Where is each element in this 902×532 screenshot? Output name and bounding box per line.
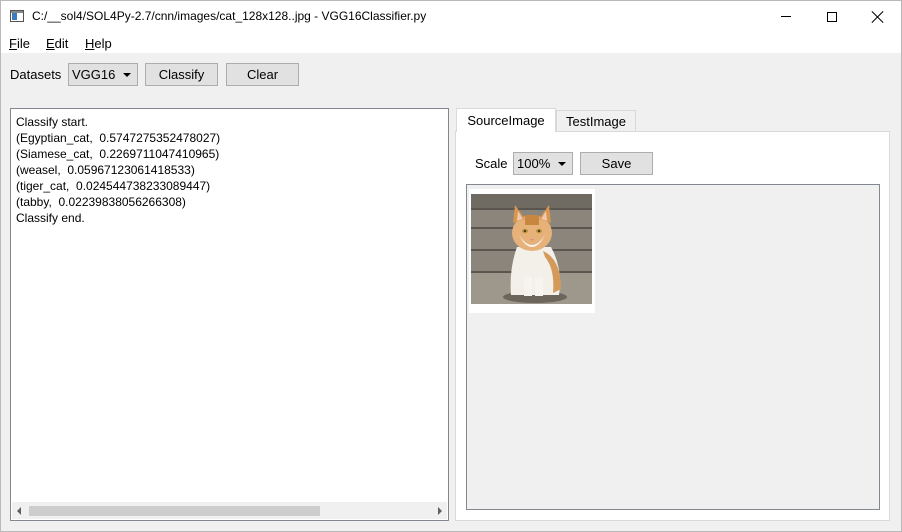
menu-help-label: elp	[94, 36, 112, 51]
output-textarea[interactable]: Classify start. (Egyptian_cat, 0.5747275…	[10, 108, 449, 521]
output-line: Classify start.	[16, 115, 89, 129]
menu-file-label: ile	[16, 36, 30, 51]
minimize-button[interactable]	[763, 1, 809, 32]
title-bar: C:/__sol4/SOL4Py-2.7/cnn/images/cat_128x…	[1, 1, 901, 32]
output-line: Classify end.	[16, 211, 85, 225]
close-icon	[872, 11, 884, 23]
menu-file[interactable]: File	[9, 36, 30, 51]
menu-help[interactable]: Help	[85, 36, 112, 51]
tab-source-image[interactable]: SourceImage	[456, 108, 556, 132]
menu-edit[interactable]: Edit	[46, 36, 68, 51]
scale-select-value: 100%	[517, 156, 551, 171]
scroll-right-icon[interactable]	[438, 507, 442, 515]
menu-edit-mnemonic: E	[46, 36, 55, 51]
output-line: (tiger_cat, 0.024544738233089447)	[16, 179, 211, 193]
menu-edit-label: dit	[54, 36, 69, 51]
cat-image	[471, 194, 592, 304]
datasets-select-value: VGG16	[72, 67, 116, 82]
output-line: (weasel, 0.05967123061418533)	[16, 163, 195, 177]
menu-file-mnemonic: F	[9, 36, 17, 51]
clear-button[interactable]: Clear	[226, 63, 299, 86]
datasets-label: Datasets	[10, 67, 62, 82]
scroll-left-icon[interactable]	[17, 507, 21, 515]
maximize-button[interactable]	[809, 1, 855, 32]
image-frame	[469, 189, 595, 313]
minimize-icon	[781, 16, 791, 17]
menu-bar: File Edit Help	[1, 32, 901, 53]
tab-test-image[interactable]: TestImage	[556, 110, 636, 132]
horizontal-scrollbar[interactable]	[12, 502, 447, 519]
output-line: (tabby, 0.02239838056266308)	[16, 195, 186, 209]
scrollbar-thumb[interactable]	[29, 506, 320, 516]
window-title: C:/__sol4/SOL4Py-2.7/cnn/images/cat_128x…	[32, 9, 427, 23]
menu-help-mnemonic: H	[85, 36, 95, 51]
output-line: (Siamese_cat, 0.2269711047410965)	[16, 147, 220, 161]
scale-select[interactable]: 100%	[513, 152, 573, 175]
scale-label: Scale	[475, 156, 508, 171]
output-line: (Egyptian_cat, 0.5747275352478027)	[16, 131, 221, 145]
save-button[interactable]: Save	[580, 152, 653, 175]
close-button[interactable]	[855, 1, 901, 32]
chevron-down-icon	[558, 162, 566, 166]
maximize-icon	[827, 11, 837, 22]
window-app-icon	[10, 10, 24, 22]
app-window: C:/__sol4/SOL4Py-2.7/cnn/images/cat_128x…	[0, 0, 902, 532]
chevron-down-icon	[123, 73, 131, 77]
datasets-select[interactable]: VGG16	[68, 63, 138, 86]
classify-button[interactable]: Classify	[145, 63, 218, 86]
